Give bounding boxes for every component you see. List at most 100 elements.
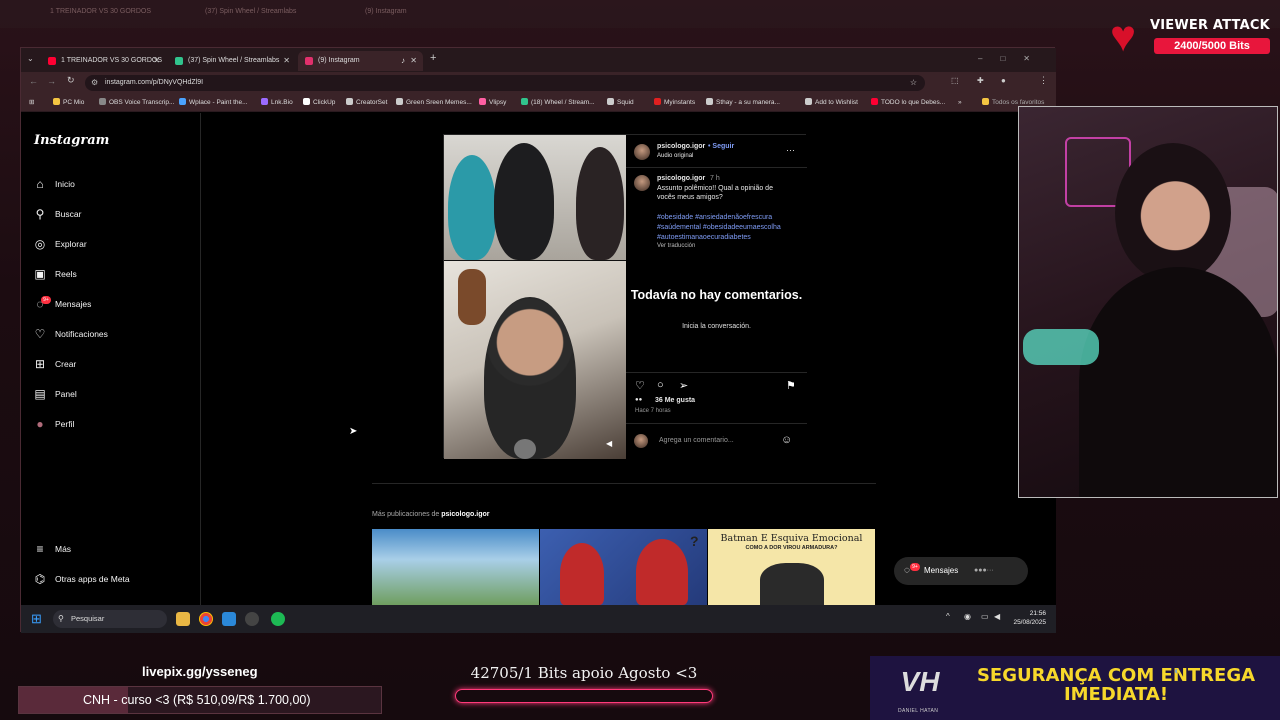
bookmark-favicon [303, 98, 310, 105]
thumbnail-subtitle: COMO A DOR VIROU ARMADURA? [745, 545, 838, 551]
hashtags[interactable]: #saúdemental #obesidadeeumaescolha [657, 224, 781, 231]
bookmark-item[interactable]: OBS Voice Transcrip... [99, 94, 174, 112]
tab-bar: ⌄ 1 TREINADOR VS 30 GORDOS ✕ (37) Spin W… [21, 48, 1056, 72]
chat-avatars: ●●●··· [974, 567, 994, 574]
tab-instagram[interactable]: (9) Instagram ♪ ✕ [298, 51, 423, 71]
address-bar[interactable]: ⚙ instagram.com/p/DNyVQHdZl9I ☆ [85, 75, 925, 91]
browser-menu-icon[interactable]: ⋮ [1039, 75, 1048, 86]
bookmark-item[interactable]: TODO lo que Debes... [871, 94, 945, 112]
cnh-goal-bar: CNH - curso <3 (R$ 510,09/R$ 1.700,00) [18, 686, 382, 714]
emoji-icon[interactable]: ☺ [781, 434, 792, 446]
audio-playing-icon[interactable]: ♪ [401, 51, 405, 71]
hashtags[interactable]: #autoestimanaoecuradiabetes [657, 234, 751, 241]
nav-messages[interactable]: ◌ 9+ Mensajes [33, 294, 91, 314]
spotify-icon[interactable] [271, 612, 285, 626]
post-video[interactable]: ◀ [444, 135, 626, 459]
microphone-tray-icon[interactable]: ◉ [964, 612, 971, 621]
caption-username[interactable]: psicologo.igor [657, 175, 705, 182]
bookmark-item[interactable]: Squid [607, 94, 634, 112]
taskbar-search[interactable]: ⚲ Pesquisar [53, 610, 167, 628]
volume-icon[interactable]: ◀ [994, 612, 1000, 621]
bookmark-item[interactable]: PC Mio [53, 94, 84, 112]
close-tab-icon[interactable]: ✕ [410, 51, 417, 71]
notepad-icon[interactable] [222, 612, 236, 626]
bookmark-item[interactable]: Lnk.Bio [261, 94, 293, 112]
bits-goal-text: 42705/1 Bits apoio Agosto <3 [470, 664, 698, 682]
share-send-icon[interactable]: ➢ [679, 379, 688, 392]
forward-icon[interactable]: → [47, 76, 56, 86]
caption-avatar[interactable] [634, 175, 650, 191]
bookmark-item[interactable]: ClickUp [303, 94, 335, 112]
bookmark-favicon [346, 98, 353, 105]
instagram-logo[interactable]: Instagram [34, 133, 109, 148]
tab-streamlabs[interactable]: (37) Spin Wheel / Streamlabs ✕ [168, 51, 296, 71]
see-translation-link[interactable]: Ver traducción [657, 243, 695, 249]
hashtags[interactable]: #obesidade #ansiedadenãoefrescura [657, 214, 772, 221]
back-icon[interactable]: ← [29, 76, 38, 86]
webcam-feed [1018, 106, 1278, 498]
new-tab-button[interactable]: + [430, 52, 436, 64]
nav-create[interactable]: ⊞ Crear [33, 354, 76, 374]
post-thumbnail[interactable]: Batman E Esquiva Emocional COMO A DOR VI… [708, 529, 875, 605]
post-thumbnail[interactable]: ? [540, 529, 707, 605]
follow-button[interactable]: • Seguir [708, 143, 734, 150]
more-posts-username[interactable]: psicologo.igor [441, 511, 489, 518]
apps-grid-icon[interactable]: ⊞ [29, 94, 34, 112]
bookmark-item[interactable]: Green Sreen Memes... [396, 94, 472, 112]
nav-profile[interactable]: ● Perfil [33, 414, 74, 434]
video-clip-reaction: ◀ [444, 261, 626, 459]
site-info-icon[interactable]: ⚙ [91, 75, 98, 91]
nav-home[interactable]: ⌂ Inicio [33, 174, 74, 194]
nav-reels[interactable]: ▣ Reels [33, 264, 76, 284]
chrome-icon[interactable] [199, 612, 213, 626]
nav-more[interactable]: ≡ Más [33, 539, 71, 559]
network-icon[interactable]: ▭ [981, 612, 989, 621]
nav-meta-apps[interactable]: ⌬ Otras apps de Meta [33, 569, 130, 589]
volume-icon[interactable]: ◀ [606, 439, 612, 448]
author-username[interactable]: psicologo.igor [657, 143, 705, 150]
file-explorer-icon[interactable] [176, 612, 190, 626]
divider [372, 483, 876, 484]
tray-overflow-icon[interactable]: ^ [946, 612, 950, 621]
post-options-icon[interactable]: ··· [786, 145, 795, 155]
bookmark-item[interactable]: Add to Wishlist [805, 94, 858, 112]
bookmark-item[interactable]: Myinstants [654, 94, 695, 112]
likes-count[interactable]: 36 Me gusta [655, 397, 695, 404]
close-tab-icon[interactable]: ✕ [283, 51, 290, 71]
post-thumbnail[interactable] [372, 529, 539, 605]
bookmark-item[interactable]: CreatorSet [346, 94, 387, 112]
bookmark-item[interactable]: Wplace - Paint the... [179, 94, 248, 112]
audio-label[interactable]: Audio original [657, 153, 693, 159]
windows-start-icon[interactable]: ⊞ [31, 611, 42, 627]
plus-square-icon: ⊞ [34, 357, 46, 371]
bookmark-item[interactable]: (18) Wheel / Stream... [521, 94, 595, 112]
taskbar-clock[interactable]: 21:56 25/08/2025 [1013, 609, 1046, 627]
folder-icon [982, 98, 989, 105]
bookmark-star-icon[interactable]: ☆ [910, 75, 917, 91]
bookmark-item[interactable]: Vlipsy [479, 94, 506, 112]
extension-puzzle-icon[interactable]: ✚ [977, 76, 984, 85]
guitar-icon [458, 269, 486, 325]
streamlabs-icon [175, 57, 183, 65]
nav-notifications[interactable]: ♡ Notificaciones [33, 324, 108, 344]
nav-dashboard[interactable]: ▤ Panel [33, 384, 76, 404]
tab-list-chevron-icon[interactable]: ⌄ [27, 54, 34, 63]
save-bookmark-icon[interactable]: ⚑ [786, 379, 796, 392]
like-heart-icon[interactable]: ♡ [635, 379, 645, 392]
tab-youtube[interactable]: 1 TREINADOR VS 30 GORDOS ✕ [41, 51, 166, 71]
nav-search[interactable]: ⚲ Buscar [33, 204, 82, 224]
comment-input[interactable]: Agrega un comentario... [659, 437, 734, 444]
reload-icon[interactable]: ↻ [67, 75, 75, 86]
obs-icon[interactable] [245, 612, 259, 626]
extensions-icon[interactable]: ⬚ [951, 76, 959, 85]
close-tab-icon[interactable]: ✕ [153, 51, 160, 71]
author-avatar[interactable] [634, 144, 650, 160]
nav-explore[interactable]: ◎ Explorar [33, 234, 87, 254]
messages-floating-button[interactable]: ◌ 9+ Mensajes ●●●··· [894, 557, 1028, 585]
profile-icon[interactable]: ● [1001, 76, 1006, 85]
window-controls[interactable]: –□✕ [978, 54, 1048, 63]
bookmarks-overflow-icon[interactable]: » [958, 94, 962, 112]
comment-icon[interactable]: ○ [657, 379, 664, 391]
search-icon: ⚲ [58, 614, 64, 623]
bookmark-item[interactable]: Sthay - a su manera... [706, 94, 780, 112]
